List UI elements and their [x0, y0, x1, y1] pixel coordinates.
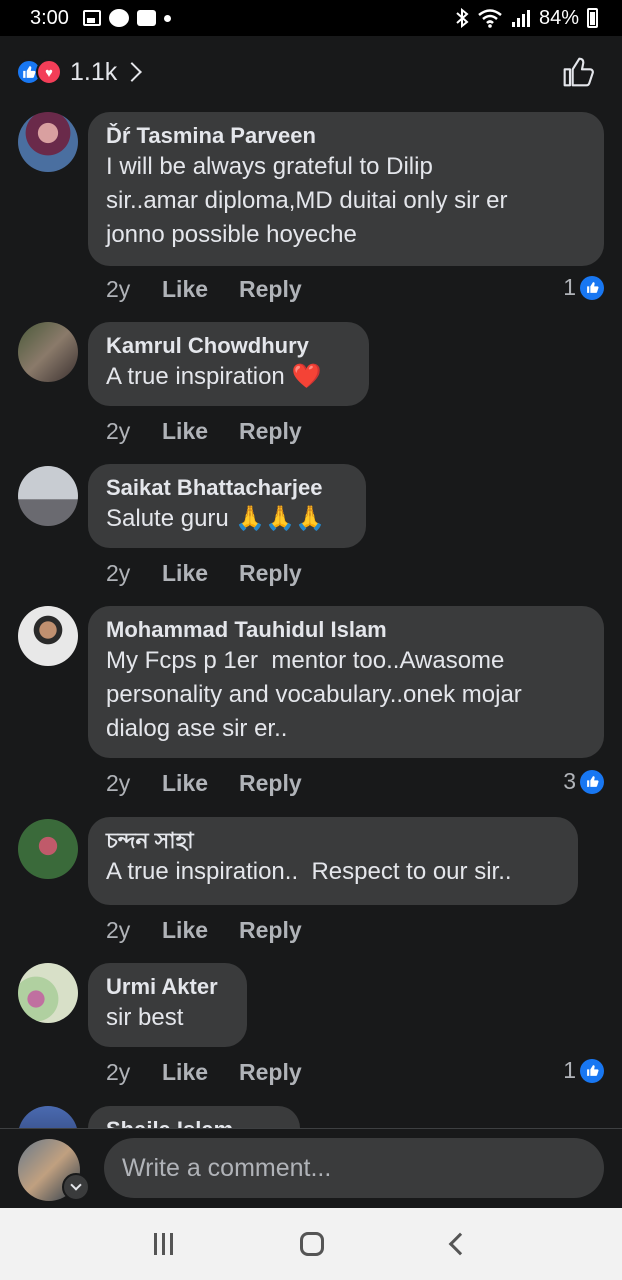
avatar[interactable]: [18, 963, 78, 1023]
comment-composer: [0, 1128, 622, 1208]
status-time: 3:00: [30, 6, 69, 29]
comment-age: 2y: [106, 917, 131, 943]
more-notifications-icon: [163, 14, 171, 22]
comment-bubble[interactable]: Kamrul Chowdhury A true inspiration ❤️: [88, 322, 369, 406]
battery-percent: 84%: [538, 6, 579, 29]
comment-input[interactable]: [104, 1138, 604, 1198]
comment-actions: 2y Like Reply: [106, 917, 302, 944]
comment-bubble[interactable]: Shaila Islam: [88, 1106, 300, 1128]
like-comment-button[interactable]: Like: [162, 418, 239, 445]
recents-button[interactable]: [153, 1233, 173, 1255]
comment-bubble[interactable]: Ďŕ Tasmina Parveen I will be always grat…: [88, 112, 604, 266]
commenter-name[interactable]: Kamrul Chowdhury: [106, 332, 351, 360]
battery-icon: [587, 8, 598, 28]
comment-actions: 2y Like Reply: [106, 770, 302, 797]
like-comment-button[interactable]: Like: [162, 1059, 239, 1086]
reply-button[interactable]: Reply: [239, 276, 302, 303]
comment-bubble[interactable]: চন্দন সাহা A true inspiration.. Respect …: [88, 817, 578, 905]
commenter-name[interactable]: Shaila Islam: [106, 1116, 282, 1128]
reaction-count: 1.1k: [70, 57, 118, 86]
comment-text: A true inspiration.. Respect to our sir.…: [106, 858, 512, 885]
gallery-notification-icon: [82, 10, 101, 26]
back-button[interactable]: [448, 1232, 472, 1256]
comment-text: I will be always grateful to Dilip sir..…: [106, 153, 508, 248]
commenter-name[interactable]: Mohammad Tauhidul Islam: [106, 616, 586, 644]
avatar[interactable]: [18, 112, 78, 172]
comment-text: Salute guru 🙏🙏🙏: [106, 505, 326, 532]
system-nav-bar: [0, 1208, 622, 1280]
reply-button[interactable]: Reply: [239, 418, 302, 445]
like-comment-button[interactable]: Like: [162, 770, 239, 797]
like-reaction-icon: [580, 1058, 604, 1083]
comment-likes[interactable]: 1: [563, 1057, 604, 1084]
messenger-notification-icon: [108, 9, 129, 27]
comment-like-count: 1: [563, 1057, 576, 1083]
like-comment-button[interactable]: Like: [162, 276, 239, 303]
comment-actions: 2y Like Reply: [106, 1059, 302, 1086]
comment-age: 2y: [106, 1059, 131, 1085]
comment-bubble[interactable]: Mohammad Tauhidul Islam My Fcps p 1er me…: [88, 606, 604, 758]
comment-age: 2y: [106, 276, 131, 302]
chevron-right-icon: [122, 62, 143, 82]
comment-age: 2y: [106, 770, 131, 796]
chevron-down-icon[interactable]: [62, 1173, 90, 1201]
signal-icon: [511, 10, 530, 27]
comment-age: 2y: [106, 418, 131, 444]
comment-actions: 2y Like Reply: [106, 560, 302, 587]
comment-text: sir best: [106, 1004, 184, 1031]
comment-like-count: 3: [563, 768, 576, 794]
comment-text: A true inspiration ❤️: [106, 363, 322, 390]
reactions-header: ♥ 1.1k: [0, 36, 622, 108]
chat-notification-icon: [136, 10, 156, 26]
reactions-summary[interactable]: ♥ 1.1k: [16, 57, 143, 87]
avatar[interactable]: [18, 606, 78, 666]
reply-button[interactable]: Reply: [239, 917, 302, 944]
comment-actions: 2y Like Reply: [106, 276, 302, 303]
comment-likes[interactable]: 3: [563, 768, 604, 795]
bluetooth-icon: [456, 8, 469, 28]
commenter-name[interactable]: Urmi Akter: [106, 973, 229, 1001]
commenter-name[interactable]: চন্দন সাহা: [106, 827, 560, 855]
commenter-name[interactable]: Ďŕ Tasmina Parveen: [106, 122, 586, 150]
love-reaction-icon: ♥: [36, 59, 62, 85]
like-reaction-icon: [580, 769, 604, 794]
comments-list[interactable]: Ďŕ Tasmina Parveen I will be always grat…: [0, 108, 622, 1128]
reply-button[interactable]: Reply: [239, 1059, 302, 1086]
comment-actions: 2y Like Reply: [106, 418, 302, 445]
like-reaction-icon: [580, 275, 604, 300]
like-post-button[interactable]: [562, 56, 594, 88]
status-bar: 3:00 84%: [0, 0, 622, 36]
wifi-icon: [478, 9, 502, 28]
avatar[interactable]: [18, 466, 78, 526]
comment-bubble[interactable]: Urmi Akter sir best: [88, 963, 247, 1047]
reply-button[interactable]: Reply: [239, 560, 302, 587]
avatar[interactable]: [18, 322, 78, 382]
comment-bubble[interactable]: Saikat Bhattacharjee Salute guru 🙏🙏🙏: [88, 464, 366, 548]
comment-like-count: 1: [563, 274, 576, 300]
avatar[interactable]: [18, 1106, 78, 1128]
like-comment-button[interactable]: Like: [162, 917, 239, 944]
reply-button[interactable]: Reply: [239, 770, 302, 797]
commenter-name[interactable]: Saikat Bhattacharjee: [106, 474, 348, 502]
like-comment-button[interactable]: Like: [162, 560, 239, 587]
comment-age: 2y: [106, 560, 131, 586]
avatar[interactable]: [18, 819, 78, 879]
comment-likes[interactable]: 1: [563, 274, 604, 301]
home-button[interactable]: [300, 1232, 325, 1256]
comment-text: My Fcps p 1er mentor too..Awasome person…: [106, 647, 522, 742]
